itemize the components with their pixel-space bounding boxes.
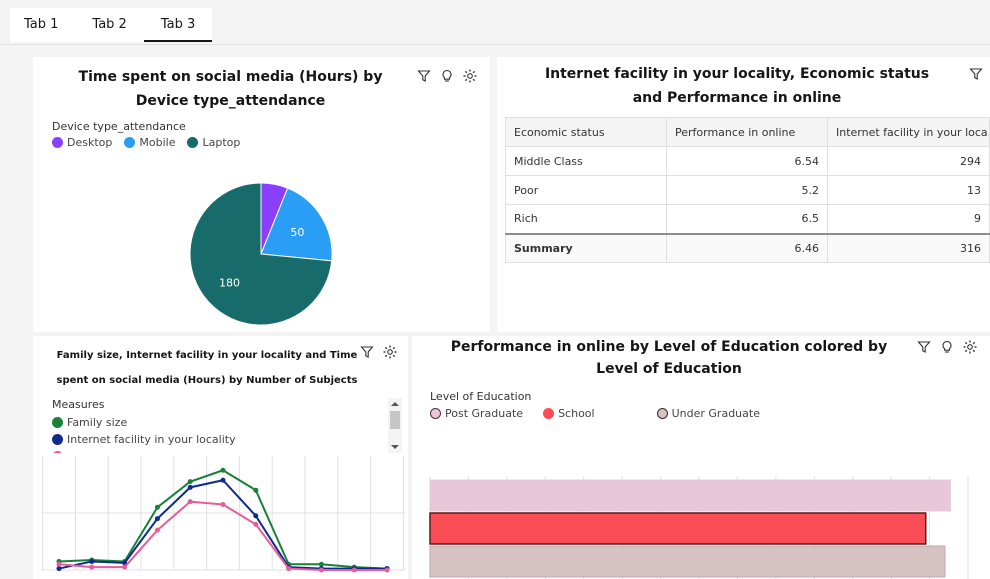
series-internet-facility-point[interactable] [253,513,259,519]
series-time-spent-point[interactable] [89,564,95,570]
pie-data-label: 50 [290,226,304,239]
series-time-spent-point[interactable] [220,501,226,507]
series-family-size-point[interactable] [187,479,193,485]
bar-chart: 00.511.522.533.544.555.566.57 [429,476,969,579]
table-toolbar [969,67,983,81]
table-title: Internet facility in your locality, Econ… [544,66,930,106]
series-time-spent-point[interactable] [56,561,62,567]
pie-chart-card[interactable]: Time spent on social media (Hours) by De… [33,57,490,332]
series-time-spent-point[interactable] [187,499,193,505]
tab-3[interactable]: Tab 3 [143,8,213,42]
dashboard-canvas: Time spent on social media (Hours) by De… [0,45,990,579]
column-header[interactable]: Internet facility in your loca... [827,117,990,147]
series-time-spent-point[interactable] [154,527,160,533]
summary-label: Summary [505,232,667,263]
series-internet-facility-point[interactable] [220,477,226,483]
series-family-size-point[interactable] [154,504,160,510]
table-cell: 6.5 [666,204,828,234]
table-row[interactable]: Poor 5.2 13 [505,175,990,205]
bar-under-graduate[interactable] [429,545,946,578]
table-cell: Rich [505,204,667,234]
table-header-row: Economic status Performance in online In… [505,117,990,147]
tab-bar: Tab 1 Tab 2 Tab 3 [0,0,990,45]
table-cell: 13 [827,175,990,205]
series-time-spent-point[interactable] [286,566,292,572]
series-internet-facility-point[interactable] [154,516,160,522]
line-chart-card[interactable]: Family size, Internet facility in your l… [33,336,408,579]
tabs: Tab 1 Tab 2 Tab 3 [10,8,213,42]
column-header[interactable]: Performance in online [666,117,828,147]
series-internet-facility-point[interactable] [56,566,62,572]
series-time-spent-point[interactable] [351,567,357,573]
filter-icon[interactable] [969,67,983,81]
series-time-spent-point[interactable] [318,567,324,573]
data-table: Economic status Performance in online In… [505,117,990,263]
table-cell: Middle Class [505,146,667,176]
series-family-size-point[interactable] [220,467,226,473]
line-chart [41,456,405,573]
series-time-spent-point[interactable] [122,564,128,570]
series-time-spent-point[interactable] [384,567,390,573]
table-summary-row: Summary 6.46 316 [505,232,990,263]
table-cell: 9 [827,204,990,234]
bar-chart-card[interactable]: Performance in online by Level of Educat… [412,336,990,579]
table-cell: 5.2 [666,175,828,205]
table-row[interactable]: Middle Class 6.54 294 [505,146,990,176]
series-internet-facility-point[interactable] [89,558,95,564]
table-card[interactable]: Internet facility in your locality, Econ… [497,57,990,332]
column-header[interactable]: Economic status [505,117,667,147]
bar-school[interactable] [429,512,927,545]
summary-cell: 316 [827,232,990,263]
table-cell: Poor [505,175,667,205]
tab-2[interactable]: Tab 2 [75,8,143,42]
series-time-spent-point[interactable] [253,521,259,527]
tab-1[interactable]: Tab 1 [10,8,75,42]
pie-data-label: 180 [219,277,240,290]
table-cell: 294 [827,146,990,176]
series-family-size-point[interactable] [318,561,324,567]
bar-post-graduate[interactable] [429,479,951,512]
table-cell: 6.54 [666,146,828,176]
series-family-size-point[interactable] [253,487,259,493]
pie-chart: 50 180 [189,182,333,326]
summary-cell: 6.46 [666,232,828,263]
table-row[interactable]: Rich 6.5 9 [505,204,990,234]
series-internet-facility-point[interactable] [187,484,193,490]
